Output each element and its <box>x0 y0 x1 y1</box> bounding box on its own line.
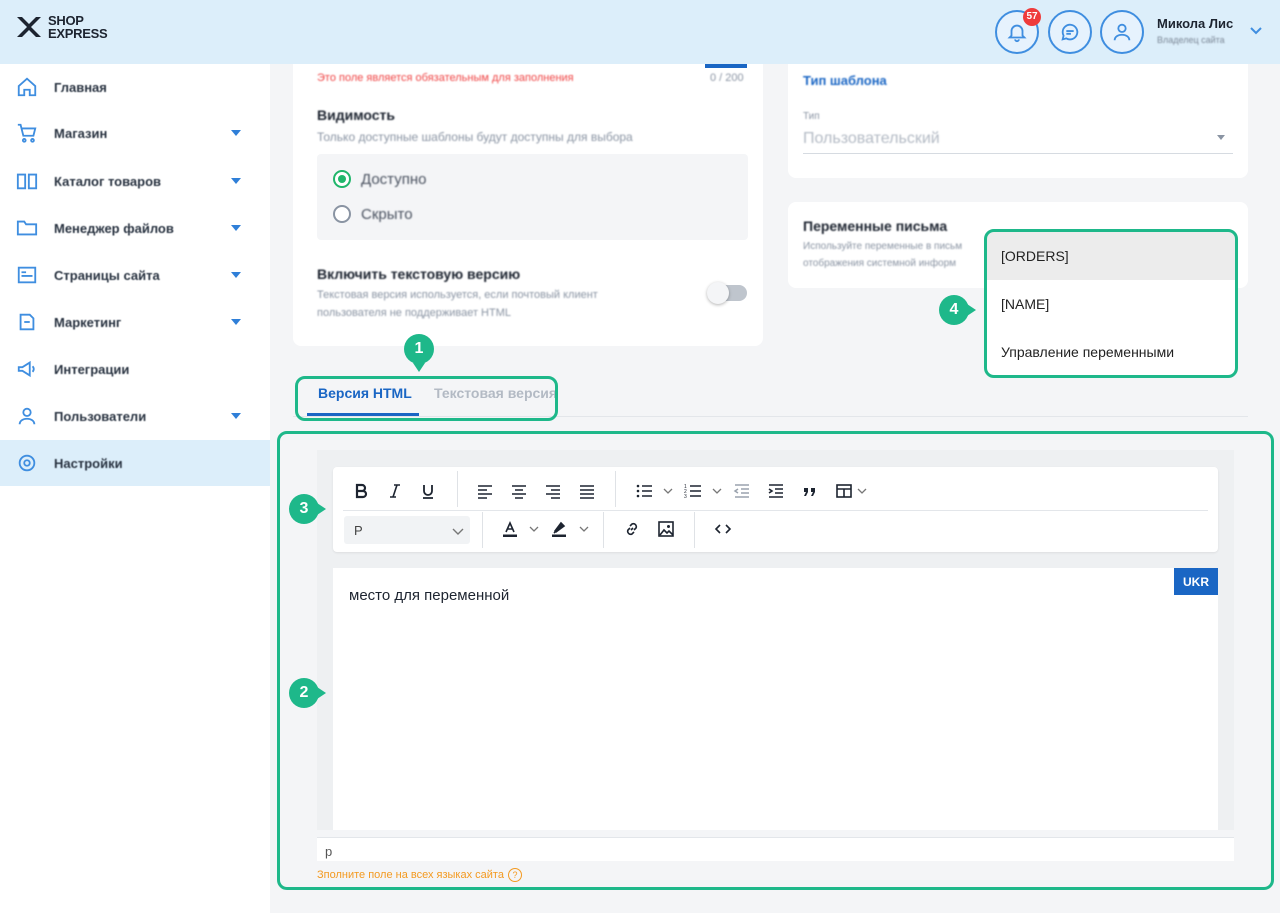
caret-down-icon <box>231 413 241 419</box>
email-variables-hint-line2: отображения системной информ <box>803 258 957 269</box>
sidebar-item-label: Пользователи <box>54 408 147 424</box>
sidebar: Главная Магазин Каталог товаров Менеджер… <box>0 64 270 913</box>
radio-available-label[interactable]: Доступно <box>361 171 426 188</box>
email-variables-hint-line1: Используйте переменные в письм <box>803 241 963 252</box>
logo-text-line2: EXPRESS <box>48 26 108 41</box>
text-version-hint-line2: пользователя не поддерживает HTML <box>317 307 511 319</box>
profile-button[interactable] <box>1100 10 1144 54</box>
radio-hidden[interactable] <box>333 205 351 223</box>
sidebar-item-label: Маркетинг <box>54 314 122 330</box>
caret-down-icon <box>1217 135 1225 140</box>
sidebar-item-label: Интеграции <box>54 361 130 377</box>
visibility-radio-group <box>317 154 748 240</box>
callout-frame-tabs <box>295 376 558 421</box>
radio-hidden-label[interactable]: Скрыто <box>361 206 413 223</box>
notifications-button[interactable]: 57 <box>995 8 1041 54</box>
sidebar-item-label: Главная <box>54 79 107 95</box>
callout-marker-1: 1 <box>404 334 434 372</box>
callout-frame-editor <box>277 431 1274 890</box>
marketing-icon <box>19 313 35 331</box>
user-role: Владелец сайта <box>1157 35 1225 45</box>
bell-icon <box>1007 24 1027 43</box>
user-name[interactable]: Микола Лис <box>1157 16 1233 31</box>
caret-down-icon <box>231 225 241 231</box>
template-type-title: Тип шаблона <box>803 73 887 88</box>
radio-available[interactable] <box>333 170 351 188</box>
top-bar: SHOP EXPRESS 57 Микола Лис Владелец сайт… <box>0 0 1280 64</box>
text-version-hint-line1: Текстовая версия используется, если почт… <box>317 289 598 301</box>
pages-icon <box>17 266 37 284</box>
sidebar-item-label: Магазин <box>54 125 108 141</box>
callout-marker-2: 2 <box>289 678 326 708</box>
messages-button[interactable] <box>1048 10 1092 54</box>
sidebar-item-label: Каталог товаров <box>54 173 162 189</box>
settings-icon <box>18 454 36 472</box>
logo-icon <box>17 17 41 37</box>
type-select-underline <box>803 153 1233 154</box>
chevron-down-icon[interactable] <box>1249 24 1263 38</box>
visibility-title: Видимость <box>317 107 395 123</box>
caret-down-icon <box>231 272 241 278</box>
user-icon <box>1113 23 1131 41</box>
text-version-title: Включить текстовую версию <box>317 266 521 282</box>
sidebar-item-label: Настройки <box>54 455 123 471</box>
caret-down-icon <box>231 319 241 325</box>
chat-icon <box>1061 23 1079 41</box>
sidebar-item-label: Страницы сайта <box>54 267 160 283</box>
sidebar-item-label: Менеджер файлов <box>54 220 174 236</box>
type-field-label: Тип <box>803 111 820 122</box>
book-icon <box>16 173 38 190</box>
logo-text: SHOP EXPRESS <box>48 14 108 41</box>
sidebar-item-marketing[interactable]: Маркетинг <box>0 299 270 345</box>
home-icon <box>17 77 37 97</box>
sidebar-item-settings[interactable]: Настройки <box>0 440 270 486</box>
callout-marker-4: 4 <box>939 295 976 325</box>
users-icon <box>18 407 36 425</box>
sidebar-item-home[interactable]: Главная <box>0 64 270 110</box>
shop-express-logo[interactable]: SHOP EXPRESS <box>14 12 108 42</box>
megaphone-icon <box>17 360 35 378</box>
char-counter: 0 / 200 <box>710 72 744 84</box>
cart-icon <box>17 123 37 143</box>
sidebar-item-catalog[interactable]: Каталог товаров <box>0 158 270 204</box>
callout-marker-3: 3 <box>289 494 326 524</box>
email-variables-title: Переменные письма <box>803 218 948 234</box>
visibility-hint: Только доступные шаблоны будут доступны … <box>317 130 633 144</box>
text-version-toggle[interactable] <box>707 282 747 304</box>
name-field-underline <box>705 64 747 68</box>
required-error-text: Это поле является обязательным для запол… <box>317 72 574 84</box>
callout-frame-variables <box>984 229 1238 378</box>
caret-down-icon <box>231 130 241 136</box>
sidebar-item-integrations[interactable]: Интеграции <box>0 346 270 392</box>
sidebar-item-file-manager[interactable]: Менеджер файлов <box>0 205 270 251</box>
sidebar-item-users[interactable]: Пользователи <box>0 393 270 439</box>
sidebar-item-site-pages[interactable]: Страницы сайта <box>0 252 270 298</box>
sidebar-item-shop[interactable]: Магазин <box>0 110 270 156</box>
caret-down-icon <box>231 178 241 184</box>
type-select[interactable]: Пользовательский <box>803 130 940 148</box>
folder-icon <box>16 220 38 236</box>
notification-count-badge: 57 <box>1023 8 1041 26</box>
